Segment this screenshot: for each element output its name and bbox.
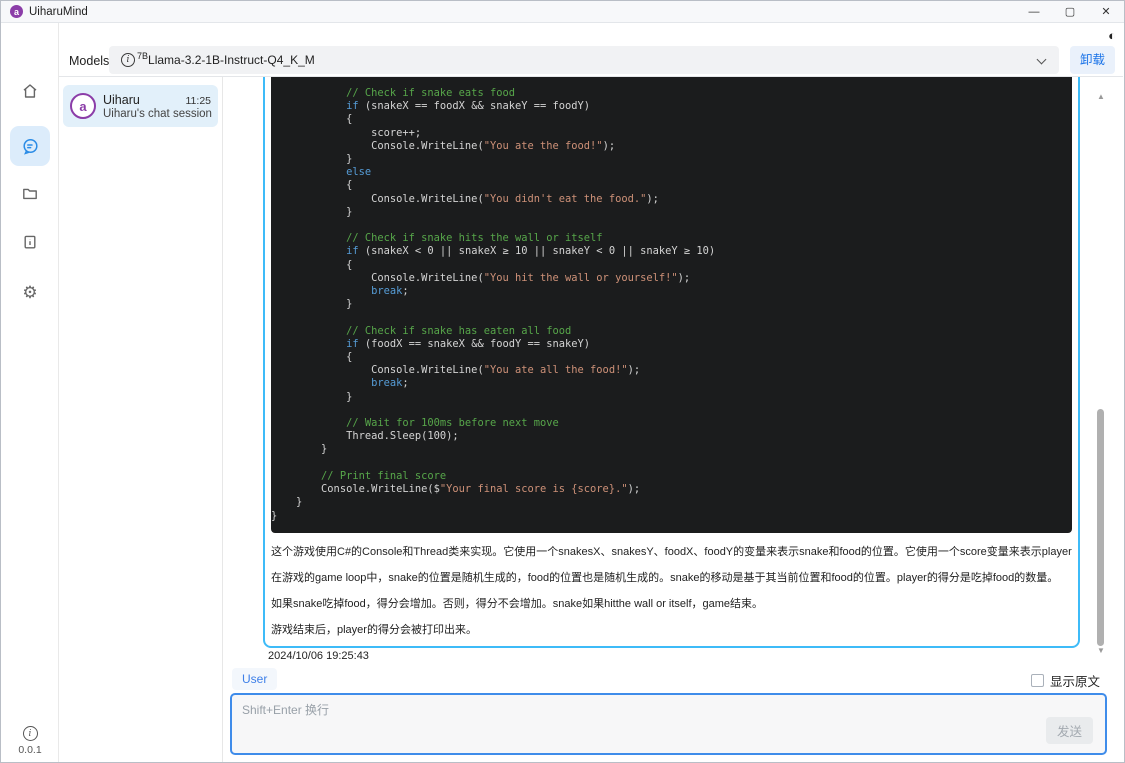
window-controls: — ▢ ✕	[1016, 1, 1124, 23]
chat-time: 11:25	[185, 94, 212, 107]
avatar: a	[70, 93, 96, 119]
code-line: // Check if snake hits the wall or itsel…	[271, 232, 603, 245]
minimize-button[interactable]: —	[1016, 1, 1052, 23]
model-size-badge: 7B	[137, 51, 149, 61]
message-paragraph: 这个游戏使用C#的Console和Thread类来实现。它使用一个snakesX…	[271, 545, 1072, 558]
code-line: Console.WriteLine($"Your final score is …	[271, 483, 641, 496]
code-line: {	[271, 258, 353, 271]
code-line: }	[271, 205, 353, 218]
assistant-message: // Check if snake eats food if (snakeX =…	[263, 77, 1080, 648]
code-line: score++;	[271, 126, 422, 139]
code-line: }	[271, 153, 353, 166]
chat-meta: Uiharu 11:25 Uiharu's chat session	[103, 92, 212, 120]
folder-icon	[21, 184, 39, 202]
code-line: {	[271, 179, 353, 192]
close-button[interactable]: ✕	[1088, 1, 1124, 23]
sidebar-item-chat[interactable]	[10, 126, 50, 166]
code-line: }	[271, 443, 328, 456]
notebook-icon	[21, 233, 39, 251]
message-paragraphs: 这个游戏使用C#的Console和Thread类来实现。它使用一个snakesX…	[271, 545, 1072, 637]
model-select-dropdown[interactable]: i 7B Llama-3.2-1B-Instruct-Q4_K_M	[109, 46, 1059, 74]
scroll-down-icon[interactable]: ▼	[1095, 646, 1107, 655]
titlebar: a UiharuMind — ▢ ✕	[1, 1, 1124, 23]
chevron-down-icon	[1036, 54, 1047, 65]
chat-subtitle: Uiharu's chat session	[103, 107, 212, 120]
code-line: else	[346, 166, 372, 179]
info-icon[interactable]: i	[22, 726, 38, 741]
code-line: // Check if snake eats food	[271, 87, 515, 99]
scrollbar: ▲ ▼	[1095, 77, 1107, 762]
version-label: 0.0.1	[18, 744, 42, 756]
message-paragraph: 游戏结束后，player的得分会被打印出来。	[271, 623, 477, 636]
model-name: Llama-3.2-1B-Instruct-Q4_K_M	[148, 53, 315, 67]
gear-icon: ⚙	[22, 283, 38, 303]
maximize-button[interactable]: ▢	[1052, 1, 1088, 23]
code-line: Console.WriteLine("You didn't eat the fo…	[271, 192, 659, 205]
code-line: break;	[371, 285, 409, 298]
chat-name: Uiharu	[103, 92, 140, 107]
code-line: // Wait for 100ms before next move	[271, 417, 559, 430]
composer: 发送	[230, 693, 1107, 755]
theme-toggle-icon[interactable]: ◐	[1108, 28, 1116, 43]
code-line: if (snakeX == foodX && snakeY == foodY)	[346, 100, 591, 113]
message-input[interactable]	[232, 695, 1105, 753]
code-line: }	[271, 509, 278, 522]
code-line: Console.WriteLine("You ate all the food!…	[271, 364, 641, 377]
app-window: a UiharuMind — ▢ ✕ ◐ ⚙ i 0.0.1 Models i …	[0, 0, 1125, 763]
role-selector[interactable]: User	[232, 668, 278, 690]
home-icon	[21, 82, 39, 100]
chat-list-item[interactable]: a Uiharu 11:25 Uiharu's chat session	[63, 85, 218, 127]
sidebar-item-settings[interactable]: ⚙	[10, 273, 50, 313]
sidebar: ⚙ i 0.0.1	[1, 23, 59, 762]
model-info-icon[interactable]: i	[121, 53, 135, 67]
code-line: {	[271, 113, 353, 126]
code-line: Console.WriteLine("You hit the wall or y…	[271, 271, 691, 284]
unload-model-button[interactable]: 卸载	[1069, 46, 1115, 74]
code-line: {	[271, 351, 353, 364]
code-line: // Check if snake has eaten all food	[271, 324, 572, 337]
sidebar-item-files[interactable]	[10, 173, 50, 213]
code-line: }	[271, 298, 353, 311]
app-logo-icon: a	[10, 5, 23, 18]
code-line: }	[271, 496, 303, 509]
show-original-row: 显示原文	[1030, 671, 1100, 690]
show-original-label: 显示原文	[1049, 675, 1100, 689]
code-line: Thread.Sleep(100);	[271, 430, 459, 443]
message-paragraph: 如果snake吃掉food，得分会增加。否则，得分不会增加。snake如果hit…	[271, 597, 764, 610]
models-bar: Models i 7B Llama-3.2-1B-Instruct-Q4_K_M…	[59, 23, 1123, 77]
app-title: UiharuMind	[29, 5, 88, 18]
code-line: if (snakeX < 0 || snakeX ≥ 10 || snakeY …	[346, 245, 716, 258]
message-paragraph: 在游戏的game loop中，snake的位置是随机生成的，food的位置也是随…	[271, 571, 1059, 584]
sidebar-item-notebook[interactable]	[10, 222, 50, 262]
scrollbar-thumb[interactable]	[1097, 409, 1104, 646]
code-line: if (foodX == snakeX && foodY == snakeY)	[346, 337, 591, 350]
message-timestamp: 2024/10/06 19:25:43	[268, 650, 369, 662]
about-area: i 0.0.1	[1, 723, 59, 756]
code-line: Console.WriteLine("You ate the food!");	[271, 139, 616, 152]
code-line: break;	[371, 377, 409, 390]
models-label: Models	[69, 54, 110, 68]
chat-list-panel: a Uiharu 11:25 Uiharu's chat session	[59, 77, 223, 762]
chat-icon	[21, 137, 40, 156]
sidebar-item-home[interactable]	[10, 71, 50, 111]
chat-main: // Check if snake eats food if (snakeX =…	[223, 77, 1124, 762]
code-block: // Check if snake eats food if (snakeX =…	[271, 77, 1072, 533]
code-line: // Print final score	[271, 469, 447, 482]
scroll-up-icon[interactable]: ▲	[1095, 92, 1107, 101]
show-original-checkbox[interactable]	[1030, 674, 1044, 687]
send-button[interactable]: 发送	[1045, 717, 1093, 744]
code-line: }	[271, 390, 353, 403]
